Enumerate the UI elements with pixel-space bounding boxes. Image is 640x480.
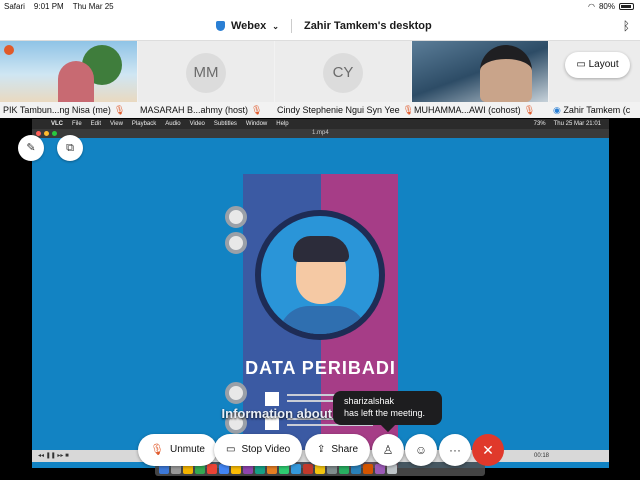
video-camera-icon: ▭ [226,444,236,455]
vlc-filename: 1.mp4 [312,130,329,136]
share-button[interactable]: ⇪ Share [305,434,371,466]
menu-item-window: Window [245,121,268,127]
avatar: CY [323,53,363,93]
menu-item-subtitles: Subtitles [213,121,237,127]
status-time: 9:01 PM [33,2,64,11]
webex-shield-icon [216,21,225,31]
video-frame: DATA PERIBADI Information about you is k… [32,138,609,468]
mic-off-icon: 🎙 [113,105,126,115]
vlc-titlebar: 1.mp4 [32,129,609,138]
mac-battery: 73% [533,121,546,127]
vlc-elapsed-time: 00:18 [533,453,549,459]
binder-ring [225,382,247,404]
shared-screen: VLC File Edit View Playback Audio Video … [0,118,640,480]
mic-off-icon: 🎙 [251,105,263,115]
participant-video-tile[interactable] [412,41,548,102]
leave-meeting-button[interactable]: ✕ [472,434,504,466]
back-to-app-link[interactable]: Safari [4,0,25,13]
mic-off-indicator-icon [4,45,14,55]
minimize-dot-icon [44,131,49,136]
reactions-button[interactable]: ☺ [405,434,437,466]
more-options-button[interactable]: ··· [439,434,471,466]
close-dot-icon [36,131,41,136]
participant-tile[interactable]: MM [138,41,274,102]
toast-user: sharizalshak [344,396,395,406]
share-icon: ⇪ [317,444,326,455]
menu-item-vlc: VLC [51,121,63,127]
participant-name: ◉ Zahir Tamkem (c [553,105,631,115]
mic-off-icon: 🎙 [523,105,536,115]
participant-tile[interactable]: CY [275,41,411,102]
person-image [480,45,532,102]
shared-content-title: Zahir Tamkem's desktop [303,20,432,32]
binder-ring [225,232,247,254]
status-date: Thu Mar 25 [72,2,114,11]
battery-percent: 80% [598,2,615,11]
share-view-icon[interactable]: ⧉ [57,135,83,161]
mic-off-icon: 🎙 [402,105,411,115]
binder-ring [225,206,247,228]
menu-item-video: Video [189,121,205,127]
stop-video-button[interactable]: ▭ Stop Video [214,434,303,466]
menu-item-file: File [72,121,82,127]
mac-menu-bar: VLC File Edit View Playback Audio Video … [32,119,609,129]
annotate-pen-icon[interactable]: ✎ [18,135,44,161]
video-title: DATA PERIBADI [245,358,396,378]
battery-icon [619,3,634,10]
avatar: MM [186,53,226,93]
close-icon: ✕ [482,442,494,458]
participant-strip: MM CY PIK Tambun...ng Nisa (me) 🎙 MASARAH… [0,41,640,118]
participants-button[interactable]: ♙ [372,434,404,466]
layout-button[interactable]: ▭ Layout [565,52,630,78]
bluetooth-icon[interactable]: ᛒ [623,19,630,33]
chevron-down-icon[interactable]: ⌄ [272,22,279,31]
root: Safari 9:01 PM Thu Mar 25 ◠ 80% Webex ⌄ … [0,0,640,480]
video-subtitle: Information about you is ki Data [221,406,420,421]
portrait-image [255,210,385,340]
menu-item-playback: Playback [131,121,157,127]
participant-name: Cindy Stephenie Ngui Syn Yee 🎙 [277,104,411,116]
menu-item-view: View [110,121,123,127]
participant-left-toast: sharizalshak has left the meeting. [333,391,442,425]
participant-video-tile[interactable] [0,41,137,102]
mac-clock: Thu 25 Mar 21:01 [553,121,601,127]
participant-name: MUHAMMA...AWI (cohost) 🎙 [414,105,536,115]
layout-icon: ▭ [576,59,586,70]
menu-item-help: Help [276,121,289,127]
webex-header: Webex ⌄ Zahir Tamkem's desktop ᛒ [0,13,640,41]
participant-name: PIK Tambun...ng Nisa (me) 🎙 [3,105,126,115]
participant-name: MASARAH B...ahmy (host) 🎙 [140,105,263,115]
divider [290,19,292,33]
menu-item-audio: Audio [165,121,181,127]
playback-controls-icon[interactable]: ◂◂ ❚❚ ▸▸ ■ [38,450,69,462]
sharing-icon: ◉ [553,105,561,115]
toast-message: has left the meeting. [344,408,426,418]
status-bar: Safari 9:01 PM Thu Mar 25 ◠ 80% [0,0,640,13]
more-icon: ··· [449,443,461,457]
webex-app-name[interactable]: Webex [231,20,266,32]
wifi-icon: ◠ [588,2,595,11]
person-image [58,61,94,102]
person-icon: ♙ [382,443,394,457]
menu-item-edit: Edit [90,121,102,127]
smiley-icon: ☺ [414,443,428,457]
unmute-button[interactable]: 🎙 Unmute [138,434,217,466]
mic-off-icon: 🎙 [150,444,164,456]
zoom-dot-icon [52,131,57,136]
